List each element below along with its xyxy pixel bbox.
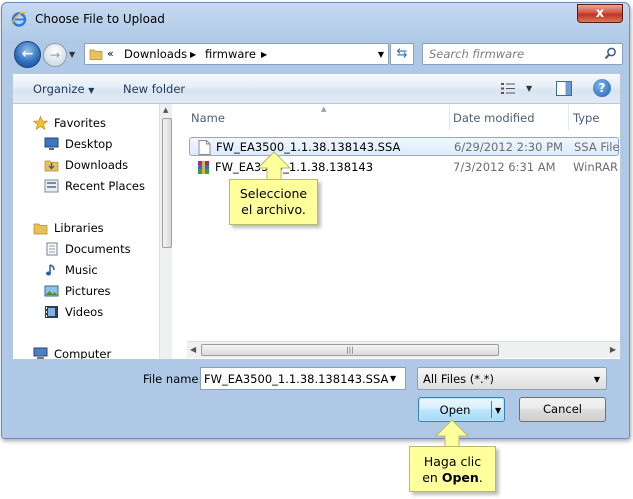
file-type-filter-select[interactable]: All Files (*.*) ▼	[417, 367, 607, 390]
folder-icon	[89, 49, 103, 60]
cancel-button[interactable]: Cancel	[519, 397, 606, 422]
nav-label: Pictures	[65, 284, 111, 298]
recent-pages-dropdown-icon[interactable]: ▼	[69, 50, 75, 59]
nav-label: Favorites	[54, 116, 106, 130]
callout-text: .	[478, 470, 483, 485]
callout-text: en	[422, 470, 442, 485]
callout-text-line2: en Open.	[410, 470, 495, 486]
file-name: FW_EA3500_1.1.38.138143.SSA	[216, 140, 401, 154]
breadcrumb-downloads[interactable]: Downloads	[124, 47, 187, 61]
callout-click-open: Haga clic en Open.	[409, 446, 496, 492]
scroll-thumb[interactable]	[162, 118, 172, 248]
column-divider[interactable]	[449, 104, 450, 130]
address-dropdown-icon[interactable]: ▼	[378, 50, 384, 59]
organize-button[interactable]: Organize ▼	[33, 82, 94, 96]
preview-pane-icon[interactable]	[556, 81, 572, 96]
nav-label: Videos	[65, 305, 104, 319]
back-button[interactable]: ←	[14, 41, 41, 68]
new-folder-button[interactable]: New folder	[123, 82, 185, 96]
organize-label: Organize	[33, 82, 85, 96]
scroll-thumb[interactable]: |||	[201, 344, 499, 356]
close-button[interactable]: x	[577, 4, 623, 23]
nav-label: Desktop	[65, 137, 113, 151]
nav-label: Computer	[54, 347, 112, 359]
callout-select-file: Seleccione el archivo.	[229, 179, 318, 225]
nav-label: Libraries	[54, 221, 104, 235]
breadcrumb-overflow[interactable]: «	[107, 47, 114, 60]
title-bar[interactable]: Choose File to Upload x	[2, 3, 629, 35]
breadcrumb-firmware[interactable]: firmware	[205, 47, 256, 61]
winrar-archive-icon	[198, 161, 209, 174]
column-header-type[interactable]: Type	[573, 104, 599, 130]
close-icon: x	[595, 6, 605, 21]
back-arrow-icon: ←	[21, 46, 34, 62]
split-divider	[491, 401, 492, 418]
open-label: Open	[439, 403, 471, 417]
scroll-right-icon[interactable]: ▶	[610, 345, 616, 354]
forward-arrow-icon: →	[49, 48, 61, 62]
file-name-input[interactable]	[200, 367, 406, 390]
chevron-down-icon: ▼	[593, 375, 600, 384]
document-file-icon	[198, 140, 211, 155]
dialog-title: Choose File to Upload	[35, 12, 165, 26]
file-name: FW_EA3500_1.1.38.138143	[215, 160, 374, 174]
callout-text-bold: Open	[441, 470, 479, 485]
file-list-pane: ▲ Name Date modified Type FW_EA3500_1.1.…	[187, 104, 620, 359]
callout-text: Seleccione	[239, 186, 308, 201]
search-input[interactable]	[423, 44, 601, 64]
organize-dropdown-icon: ▼	[88, 86, 95, 95]
filter-value: All Files (*.*)	[423, 372, 494, 386]
horizontal-scrollbar[interactable]: ◀ ||| ▶	[187, 341, 620, 358]
change-view-icon[interactable]	[501, 82, 517, 95]
refresh-button[interactable]: ⇆	[390, 43, 414, 65]
downloads-icon	[44, 160, 59, 172]
column-header-name[interactable]: Name	[191, 104, 451, 130]
callout-text: Haga clic	[423, 454, 482, 469]
help-icon[interactable]: ?	[593, 79, 611, 97]
nav-label: Recent Places	[65, 179, 145, 193]
column-divider[interactable]	[568, 104, 569, 130]
breadcrumb-chevron-icon[interactable]: ▶	[261, 50, 267, 59]
star-icon	[33, 116, 48, 130]
scroll-left-icon[interactable]: ◀	[190, 345, 196, 354]
file-type: SSA File	[574, 140, 620, 154]
nav-label: Downloads	[65, 158, 129, 172]
nav-label: Music	[65, 263, 98, 277]
search-box[interactable]	[422, 43, 623, 65]
callout-arrow-file	[256, 151, 292, 182]
nav-label: Documents	[65, 242, 131, 256]
documents-icon	[46, 242, 58, 256]
file-name-dropdown-icon[interactable]: ▼	[390, 374, 396, 383]
recent-places-icon	[44, 179, 59, 193]
desktop-icon	[44, 137, 59, 150]
content-area: Favorites Desktop Downloads Recent Place…	[12, 103, 621, 360]
file-type: WinRAR ZIP	[573, 160, 620, 174]
music-icon	[46, 264, 55, 276]
breadcrumb-chevron-icon[interactable]: ▶	[190, 50, 196, 59]
navigation-pane: Favorites Desktop Downloads Recent Place…	[13, 104, 172, 359]
refresh-icon: ⇆	[396, 46, 408, 61]
file-name-label: File name:	[143, 372, 203, 386]
scroll-up-icon[interactable]: ▲	[163, 106, 168, 114]
internet-explorer-icon	[11, 11, 27, 27]
callout-text: el archivo.	[241, 202, 306, 217]
file-date: 7/3/2012 6:31 AM	[453, 160, 556, 174]
pictures-icon	[44, 285, 59, 297]
file-date: 6/29/2012 2:30 PM	[454, 140, 563, 154]
search-icon[interactable]	[604, 47, 617, 60]
videos-icon	[45, 306, 58, 318]
navigation-scrollbar[interactable]: ▲	[159, 104, 172, 359]
libraries-icon	[33, 223, 48, 235]
command-toolbar: Organize ▼ New folder ▼ ?	[12, 73, 621, 103]
view-dropdown-icon[interactable]: ▼	[526, 84, 532, 93]
address-bar[interactable]: « Downloads ▶ firmware ▶ ▼	[84, 43, 389, 65]
computer-icon	[33, 347, 48, 359]
column-header-date[interactable]: Date modified	[453, 104, 535, 130]
open-dropdown-icon[interactable]: ▼	[495, 406, 501, 415]
forward-button[interactable]: →	[43, 43, 67, 67]
